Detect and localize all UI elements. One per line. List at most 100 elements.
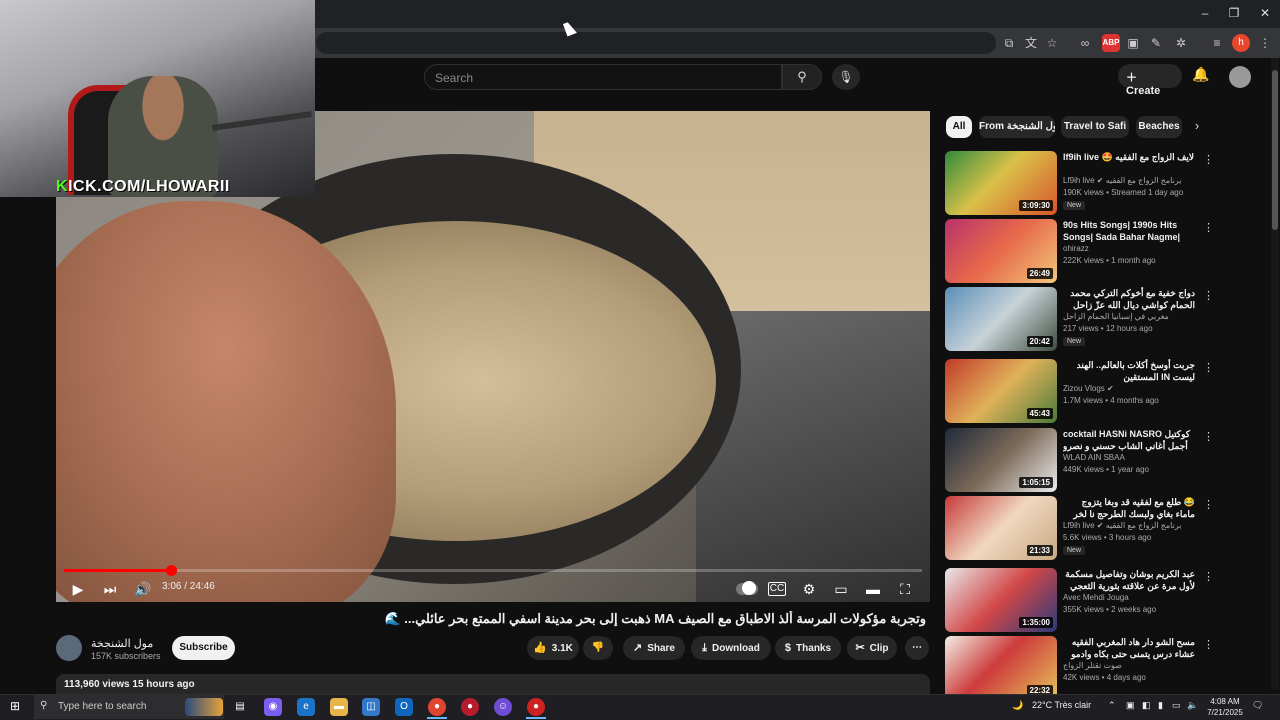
chevron-right-icon[interactable]: › (1188, 118, 1206, 136)
address-bar[interactable] (316, 32, 996, 54)
related-video-item[interactable]: 21:33 😂 طلع مع لفقيه قد وبغا يتزوج ماماء … (945, 496, 1265, 560)
video-thumbnail[interactable]: 22:32 (945, 636, 1057, 700)
video-thumbnail[interactable]: 1:35:00 (945, 568, 1057, 632)
chip-beaches[interactable]: Beaches (1136, 116, 1182, 138)
channel-name[interactable]: ohirazz (1063, 244, 1195, 253)
tray-app-icon-2[interactable]: ◧ (1142, 700, 1151, 711)
progress-bar[interactable] (64, 565, 922, 576)
translate-icon[interactable]: 文 (1022, 34, 1040, 52)
download-button[interactable]: ⤓ Download (691, 636, 771, 660)
puzzle-icon[interactable]: ✲ (1172, 34, 1190, 52)
related-video-item[interactable]: 1:35:00 عبد الكريم بوشان وتفاصيل مسكمة لأ… (945, 568, 1265, 632)
edge-icon[interactable]: e (297, 698, 315, 716)
video-title[interactable]: 90s Hits Songs| 1990s Hits Songs| Sada B… (1063, 219, 1195, 243)
related-video-item[interactable]: 1:05:15 cocktail HASNi NASRO كوكتيل أجمل … (945, 428, 1265, 492)
related-video-item[interactable]: 20:42 دواج خفية مع أخوكم التركي محمد الحم… (945, 287, 1265, 351)
app-icon-red[interactable]: ● (461, 698, 479, 716)
video-title[interactable]: lf9ih live 🤩 لايف الزواج مع الفقيه (1063, 151, 1195, 163)
chip-from-channel[interactable]: From مول الشنجخة (979, 116, 1055, 138)
captions-icon[interactable]: CC (768, 582, 786, 596)
tab-search-icon[interactable]: ≡ (1208, 34, 1226, 52)
more-vert-icon[interactable]: ⋮ (1203, 570, 1214, 583)
search-input[interactable]: Search (424, 64, 782, 90)
account-avatar[interactable] (1229, 66, 1251, 88)
search-button[interactable]: ⚲ (782, 64, 822, 90)
discord-icon[interactable]: ☺ (494, 698, 512, 716)
battery-icon[interactable]: ▮ (1158, 700, 1163, 711)
channel-name[interactable]: Zizou Vlogs ✔ (1063, 384, 1195, 393)
volume-icon[interactable]: 🔊 (134, 580, 151, 598)
related-video-item[interactable]: 3:09:30 lf9ih live 🤩 لايف الزواج مع الفقي… (945, 151, 1265, 215)
network-icon[interactable]: ▭ (1172, 700, 1181, 711)
chip-travel-to-safi[interactable]: Travel to Safi (1061, 116, 1129, 138)
video-title[interactable]: دواج خفية مع أخوكم التركي محمد الحمام كو… (1063, 287, 1195, 311)
create-button[interactable]: ＋ Create (1118, 64, 1182, 97)
channel-name[interactable]: Lf9ih live ✔ برنامج الزواج مع الفقيه (1063, 176, 1195, 185)
channel-name[interactable]: صوت تقتلر الزواج (1063, 661, 1195, 670)
thanks-button[interactable]: $ Thanks (775, 636, 841, 660)
video-title[interactable]: عبد الكريم بوشان وتفاصيل مسكمة لأول مرة … (1063, 568, 1195, 592)
file-explorer-icon[interactable]: ▬ (330, 698, 348, 716)
more-vert-icon[interactable]: ⋮ (1203, 289, 1214, 302)
tray-chevron-icon[interactable]: ⌃ (1108, 700, 1116, 711)
description-box[interactable]: 113,960 views 15 hours ago (56, 674, 930, 694)
channel-name[interactable]: WLAD AIN SBAA (1063, 453, 1195, 462)
video-thumbnail[interactable]: 21:33 (945, 496, 1057, 560)
outlook-icon[interactable]: O (395, 698, 413, 716)
related-video-item[interactable]: 22:32 مسح الشو دار هاد المغربي الفقيه عشا… (945, 636, 1265, 700)
video-thumbnail[interactable]: 26:49 (945, 219, 1057, 283)
more-vert-icon[interactable]: ⋮ (1203, 361, 1214, 374)
chrome-icon[interactable]: ● (428, 698, 446, 716)
cast-icon[interactable]: ⧉ (1000, 34, 1018, 52)
video-title[interactable]: cocktail HASNi NASRO كوكتيل أجمل أغاني ا… (1063, 428, 1195, 452)
chip-all[interactable]: All (946, 116, 972, 138)
related-video-item[interactable]: 45:43 جربت أوسخ أكلات بالعالم.. الهند ليس… (945, 359, 1265, 423)
taskbar-clock[interactable]: 4:08 AM 7/21/2025 (1203, 696, 1247, 718)
weather-icon[interactable]: 🌙 (1012, 700, 1023, 711)
share-button[interactable]: ↗ Share (623, 636, 685, 660)
video-thumbnail[interactable]: 45:43 (945, 359, 1057, 423)
windows-start-icon[interactable]: ⊞ (10, 700, 23, 713)
taskbar-widget-icon[interactable] (185, 698, 223, 716)
extension-tool-icon[interactable]: ✎ (1147, 34, 1165, 52)
notifications-bell-icon[interactable]: 🔔 (1192, 66, 1210, 86)
channel-name[interactable]: مول الشنجخة (91, 637, 153, 650)
adblock-icon[interactable]: ABP (1102, 34, 1120, 52)
channel-name[interactable]: مغربي في إسبانيا الحمام الزاحل (1063, 312, 1195, 321)
video-thumbnail[interactable]: 20:42 (945, 287, 1057, 351)
store-icon[interactable]: ◫ (362, 698, 380, 716)
video-thumbnail[interactable]: 1:05:15 (945, 428, 1057, 492)
channel-name[interactable]: Avec Mehdi Jouga (1063, 593, 1195, 602)
video-title[interactable]: مسح الشو دار هاد المغربي الفقيه عشاء درس… (1063, 636, 1195, 660)
clip-button[interactable]: ✂ Clip (847, 636, 897, 660)
more-vert-icon[interactable]: ⋮ (1203, 638, 1214, 651)
next-icon[interactable]: ⏭ (102, 580, 118, 598)
copilot-icon[interactable]: ◉ (264, 698, 282, 716)
chrome-profile-icon[interactable]: ● (527, 698, 545, 716)
speaker-icon[interactable]: 🔈 (1187, 700, 1198, 711)
bookmark-star-icon[interactable]: ☆ (1043, 34, 1061, 52)
fullscreen-icon[interactable]: ⛶ (896, 580, 914, 598)
miniplayer-icon[interactable]: ▭ (832, 580, 850, 598)
more-actions-button[interactable]: ⋯ (905, 636, 929, 660)
minimize-icon[interactable]: – (1190, 6, 1220, 20)
related-video-item[interactable]: 26:49 90s Hits Songs| 1990s Hits Songs| S… (945, 219, 1265, 283)
voice-search-button[interactable]: 🎙 (832, 64, 860, 90)
like-button[interactable]: 👍 3.1K (527, 636, 579, 660)
dislike-button[interactable]: 👎 (583, 636, 613, 660)
more-vert-icon[interactable]: ⋮ (1203, 153, 1214, 166)
tray-app-icon[interactable]: ▣ (1126, 700, 1135, 711)
extension-icon[interactable]: ▣ (1124, 34, 1142, 52)
settings-gear-icon[interactable]: ⚙ (800, 580, 818, 598)
weather-text[interactable]: 22°C Très clair (1032, 700, 1091, 710)
play-icon[interactable]: ▶ (70, 580, 86, 598)
more-vert-icon[interactable]: ⋮ (1203, 221, 1214, 234)
subscribe-button[interactable]: Subscribe (172, 636, 235, 660)
video-title[interactable]: 😂 طلع مع لفقيه قد وبغا يتزوج ماماء بغاي … (1063, 496, 1195, 520)
theater-mode-icon[interactable]: ▬ (864, 580, 882, 598)
channel-name[interactable]: Lf9ih live ✔ برنامج الزواج مع الفقيه (1063, 521, 1195, 530)
task-view-icon[interactable]: ▤ (231, 698, 249, 716)
video-thumbnail[interactable]: 3:09:30 (945, 151, 1057, 215)
video-title[interactable]: جربت أوسخ أكلات بالعالم.. الهند ليست IN … (1063, 359, 1195, 383)
restore-icon[interactable]: ❐ (1219, 6, 1249, 20)
